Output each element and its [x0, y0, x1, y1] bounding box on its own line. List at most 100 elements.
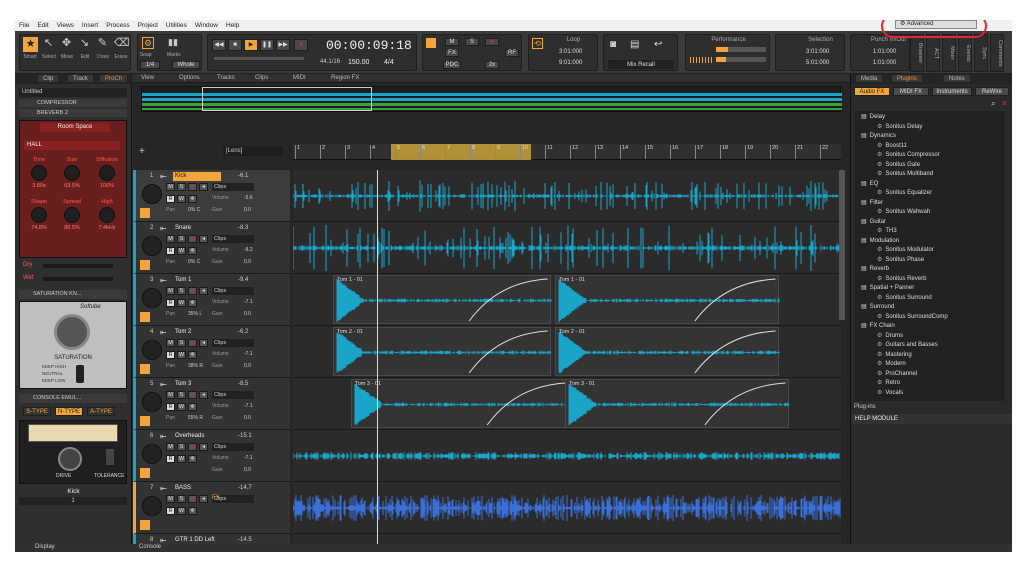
freeze-button[interactable]: ❄: [188, 299, 197, 307]
fx-bypass-button[interactable]: FX: [445, 49, 459, 57]
view-menu-region-fx[interactable]: Region FX: [331, 75, 359, 81]
plugin-item[interactable]: ⚙ Sonitus Equalizer: [857, 189, 1003, 199]
mute-button[interactable]: M: [166, 183, 175, 191]
plugin-folder[interactable]: ▤ Delay: [857, 113, 1003, 123]
pan-value[interactable]: 0% C: [188, 259, 200, 265]
pan-value[interactable]: 55% R: [188, 415, 203, 421]
track-lane[interactable]: [293, 430, 841, 482]
plugin-item[interactable]: ⚙ Vocals: [857, 389, 1003, 399]
wet-slider[interactable]: [43, 277, 113, 281]
track-edit-filter[interactable]: Clips: [212, 443, 254, 451]
punch-end[interactable]: 1:01:000: [873, 60, 896, 66]
plugin-folder[interactable]: ▤ FX Chain: [857, 322, 1003, 332]
selection-start[interactable]: 3:01:000: [806, 49, 829, 55]
track-icon[interactable]: ⇤: [160, 172, 167, 181]
track-icon[interactable]: ⇤: [160, 328, 167, 337]
console-tab[interactable]: Console: [139, 544, 161, 550]
read-automation-button[interactable]: R: [166, 299, 175, 307]
audio-clip[interactable]: Tom 3 - 01: [565, 379, 790, 428]
mute-button[interactable]: M: [166, 495, 175, 503]
track-icon[interactable]: ⇤: [160, 380, 167, 389]
volume-value[interactable]: -7.1: [244, 299, 253, 305]
pdc-button[interactable]: PDC: [443, 61, 461, 69]
pan-value[interactable]: 35% L: [188, 311, 202, 317]
track-icon[interactable]: ⇤: [160, 484, 167, 493]
solo-button[interactable]: S: [177, 235, 186, 243]
track-volume[interactable]: -14.7: [238, 485, 252, 491]
plugin-item[interactable]: ⚙ Sonitus Reverb: [857, 275, 1003, 285]
track-lane[interactable]: [293, 482, 841, 534]
plugin-folder[interactable]: ▤ Spatial + Panner: [857, 284, 1003, 294]
plugin-item[interactable]: ⚙ Guitars and Basses: [857, 341, 1003, 351]
plugin-item[interactable]: ⚙ ProChannel: [857, 370, 1003, 380]
mute-all-button[interactable]: M: [445, 38, 459, 46]
plugin-folder[interactable]: ▤ Modulation: [857, 237, 1003, 247]
track-edit-filter[interactable]: Clips: [212, 183, 254, 191]
plugin-item[interactable]: ⚙ Sonitus Phase: [857, 256, 1003, 266]
volume-value[interactable]: -5.6: [244, 195, 253, 201]
plugin-folder[interactable]: ▤ EQ: [857, 180, 1003, 190]
plugin-item[interactable]: ⚙ Sonitus Compressor: [857, 151, 1003, 161]
input-echo-button[interactable]: ◂: [199, 391, 208, 399]
room-type-select[interactable]: Room Space: [40, 123, 110, 132]
track-lane[interactable]: [293, 222, 841, 274]
rate-button[interactable]: 2x: [485, 61, 499, 69]
plugin-folder[interactable]: ▤ Reverb: [857, 265, 1003, 275]
camera-icon[interactable]: ◙: [610, 39, 616, 50]
a-type-button[interactable]: A-TYPE: [87, 407, 115, 416]
plugin-folder[interactable]: ▤ Filter: [857, 199, 1003, 209]
punch-start[interactable]: 1:01:000: [873, 49, 896, 55]
mix-recall-select[interactable]: Mix Recall: [608, 60, 674, 69]
pan-value[interactable]: 0% C: [188, 207, 200, 213]
tab-clip[interactable]: Clip: [37, 74, 60, 83]
audio-clip[interactable]: Tom 3 - 01: [351, 379, 570, 428]
plugin-item[interactable]: ⚙ Sonitus Modulator: [857, 246, 1003, 256]
tab-plugins[interactable]: Plugins: [891, 74, 923, 83]
read-automation-button[interactable]: R: [166, 247, 175, 255]
spread-knob[interactable]: [64, 207, 80, 223]
track-name[interactable]: BASS: [173, 484, 221, 493]
menu-item-insert[interactable]: Insert: [78, 22, 102, 29]
navigator[interactable]: [141, 86, 842, 112]
arm-button[interactable]: ●: [188, 183, 197, 191]
arm-button[interactable]: ●: [188, 339, 197, 347]
gain-value[interactable]: 0.0: [244, 207, 251, 213]
write-automation-button[interactable]: W: [177, 351, 186, 359]
plugin-item[interactable]: ⚙ TH3: [857, 227, 1003, 237]
view-menu-tracks[interactable]: Tracks: [217, 75, 235, 81]
tab-prochannel[interactable]: ProCh: [99, 74, 129, 83]
now-time-display[interactable]: 00:00:09:18: [326, 38, 412, 53]
menu-item-utilities[interactable]: Utilities: [162, 22, 191, 29]
read-automation-button[interactable]: R: [166, 507, 175, 515]
tab-track[interactable]: Track: [67, 74, 94, 83]
tab-events[interactable]: Events: [958, 34, 972, 72]
plugin-folder[interactable]: ▤ Guitar: [857, 218, 1003, 228]
tab-media[interactable]: Media: [855, 74, 884, 83]
rewind-button[interactable]: ◀◀: [212, 39, 226, 51]
smart-tool-icon[interactable]: ★: [23, 37, 38, 52]
loop-start[interactable]: 3:01:000: [559, 49, 582, 55]
rf-button[interactable]: RF: [505, 49, 519, 57]
input-echo-button[interactable]: ◂: [199, 339, 208, 347]
plugin-item[interactable]: ⚙ Sonitus Delay: [857, 123, 1003, 133]
view-menu-view[interactable]: View: [141, 75, 154, 81]
plugin-item[interactable]: ⚙ Modern: [857, 360, 1003, 370]
pause-button[interactable]: ❚❚: [260, 39, 274, 51]
track-name[interactable]: Tom 3: [173, 380, 221, 389]
track-volume[interactable]: -6.1: [238, 173, 248, 179]
track-volume[interactable]: -9.4: [238, 277, 248, 283]
menu-item-window[interactable]: Window: [191, 22, 222, 29]
volume-value[interactable]: -7.1: [244, 455, 253, 461]
menu-item-process[interactable]: Process: [102, 22, 133, 29]
gain-value[interactable]: 0.0: [244, 259, 251, 265]
write-automation-button[interactable]: W: [177, 195, 186, 203]
tolerance-switch[interactable]: [106, 449, 114, 465]
plugin-item[interactable]: ⚙ Sonitus Multiband: [857, 170, 1003, 180]
track-name[interactable]: Overheads: [173, 432, 221, 441]
track-volume[interactable]: -6.2: [238, 329, 248, 335]
track-name[interactable]: Tom 1: [173, 276, 221, 285]
write-automation-button[interactable]: W: [177, 507, 186, 515]
freeze-button[interactable]: ❄: [188, 247, 197, 255]
gain-value[interactable]: 0.0: [244, 467, 251, 473]
gain-value[interactable]: 0.0: [244, 311, 251, 317]
